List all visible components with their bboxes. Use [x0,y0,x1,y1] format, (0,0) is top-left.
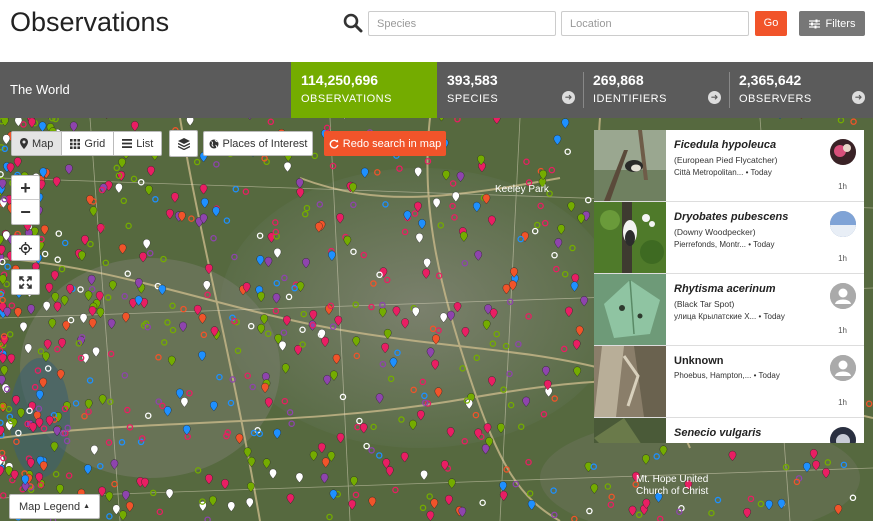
observation-name[interactable]: Rhytisma acerinum [674,283,775,295]
place-name: The World [10,82,70,97]
places-of-interest-button[interactable]: Places of Interest [203,131,313,156]
stat-label: IDENTIFIERS [593,93,667,105]
observation-place: Pierrefonds, Montr... • Today [674,240,775,249]
stat-species[interactable]: 393,583 SPECIES ➜ [437,62,583,118]
grid-icon [70,138,81,149]
observation-map[interactable]: Keeley Park Mt. Hope United Church of Ch… [0,118,873,521]
tab-label: List [136,137,154,150]
redo-label: Redo search in map [342,137,442,150]
list-icon [122,139,133,148]
search-icon[interactable] [343,13,363,33]
stat-value: 269,868 [593,72,644,88]
fullscreen-icon [19,275,32,289]
species-input[interactable] [368,11,556,36]
list-item[interactable]: Unknown Phoebus, Hampton,... • Today 1h [594,346,864,418]
arrow-right-icon: ➜ [708,91,721,104]
fullscreen-button[interactable] [11,269,40,295]
map-marker-icon [20,138,28,149]
stat-value: 393,583 [447,72,498,88]
go-button[interactable]: Go [755,11,787,36]
header: Observations Go Filters [0,0,873,62]
tab-label: Grid [84,137,106,150]
tab-list[interactable]: List [114,132,161,155]
observation-photo[interactable] [594,346,666,417]
observation-photo[interactable] [594,418,666,443]
map-place-label: Church of Christ [636,486,708,497]
user-placeholder-icon[interactable] [830,283,856,309]
observation-photo[interactable] [594,202,666,273]
zoom-in-button[interactable]: + [12,176,39,200]
tab-map[interactable]: Map [12,132,63,155]
observation-common-name: (Black Tar Spot) [674,299,735,309]
observation-photo[interactable] [594,130,666,201]
observation-place: Città Metropolitan... • Today [674,168,772,177]
list-item[interactable]: Dryobates pubescens (Downy Woodpecker) P… [594,202,864,274]
observation-name[interactable]: Senecio vulgaris [674,427,761,439]
observation-age: 1h [838,326,847,335]
arrow-right-icon: ➜ [852,91,865,104]
view-toggle: Map Grid List [11,131,163,156]
zoom-out-button[interactable]: − [12,200,39,224]
observation-common-name: (European Pied Flycatcher) [674,155,778,165]
stat-identifiers[interactable]: 269,868 IDENTIFIERS ➜ [583,62,729,118]
places-label: Places of Interest [222,137,308,150]
stat-observations[interactable]: 114,250,696 OBSERVATIONS [291,62,437,118]
stat-label: OBSERVATIONS [301,93,392,105]
legend-label: Map Legend [19,500,81,513]
page-title: Observations [10,7,170,37]
map-place-label: Keeley Park [495,184,550,195]
redo-search-button[interactable]: Redo search in map [324,131,446,156]
locate-me-button[interactable] [11,235,40,261]
stat-label: SPECIES [447,93,499,105]
tab-label: Map [32,137,54,150]
observation-name[interactable]: Ficedula hypoleuca [674,139,776,151]
observation-name[interactable]: Dryobates pubescens [674,211,788,223]
observation-age: 1h [838,254,847,263]
observation-place: Phoebus, Hampton,... • Today [674,371,780,380]
location-input[interactable] [561,11,749,36]
zoom-control: + − [11,175,40,225]
map-legend-button[interactable]: Map Legend ▲ [9,494,101,519]
list-item[interactable]: Ficedula hypoleuca (European Pied Flycat… [594,130,864,202]
globe-icon [209,139,218,148]
crosshair-icon [19,241,32,255]
layers-button[interactable] [169,130,198,157]
sliders-icon [808,19,820,28]
stat-label: OBSERVERS [739,93,812,105]
avatar[interactable] [830,427,856,443]
observation-name[interactable]: Unknown [674,355,724,367]
observation-age: 1h [838,398,847,407]
observation-age: 1h [838,182,847,191]
refresh-icon [329,139,339,149]
arrow-right-icon: ➜ [562,91,575,104]
observation-photo[interactable] [594,274,666,345]
observation-list[interactable]: Ficedula hypoleuca (European Pied Flycat… [594,130,864,443]
avatar[interactable] [830,211,856,237]
stat-value: 2,365,642 [739,72,802,88]
observation-place: улица Крылатские Х... • Today [674,312,785,321]
tab-grid[interactable]: Grid [62,132,115,155]
avatar[interactable] [830,139,856,165]
list-item[interactable]: Senecio vulgaris [594,418,864,443]
observation-common-name: (Downy Woodpecker) [674,227,756,237]
stat-value: 114,250,696 [301,72,379,88]
stats-bar: The World 114,250,696 OBSERVATIONS 393,5… [0,62,873,118]
list-item[interactable]: Rhytisma acerinum (Black Tar Spot) улица… [594,274,864,346]
stat-observers[interactable]: 2,365,642 OBSERVERS ➜ [729,62,873,118]
filters-label: Filters [825,17,856,30]
map-place-label: Mt. Hope United [636,474,708,485]
user-placeholder-icon[interactable] [830,355,856,381]
layers-icon [177,137,190,150]
caret-up-icon: ▲ [83,503,91,510]
filters-button[interactable]: Filters [799,11,865,36]
